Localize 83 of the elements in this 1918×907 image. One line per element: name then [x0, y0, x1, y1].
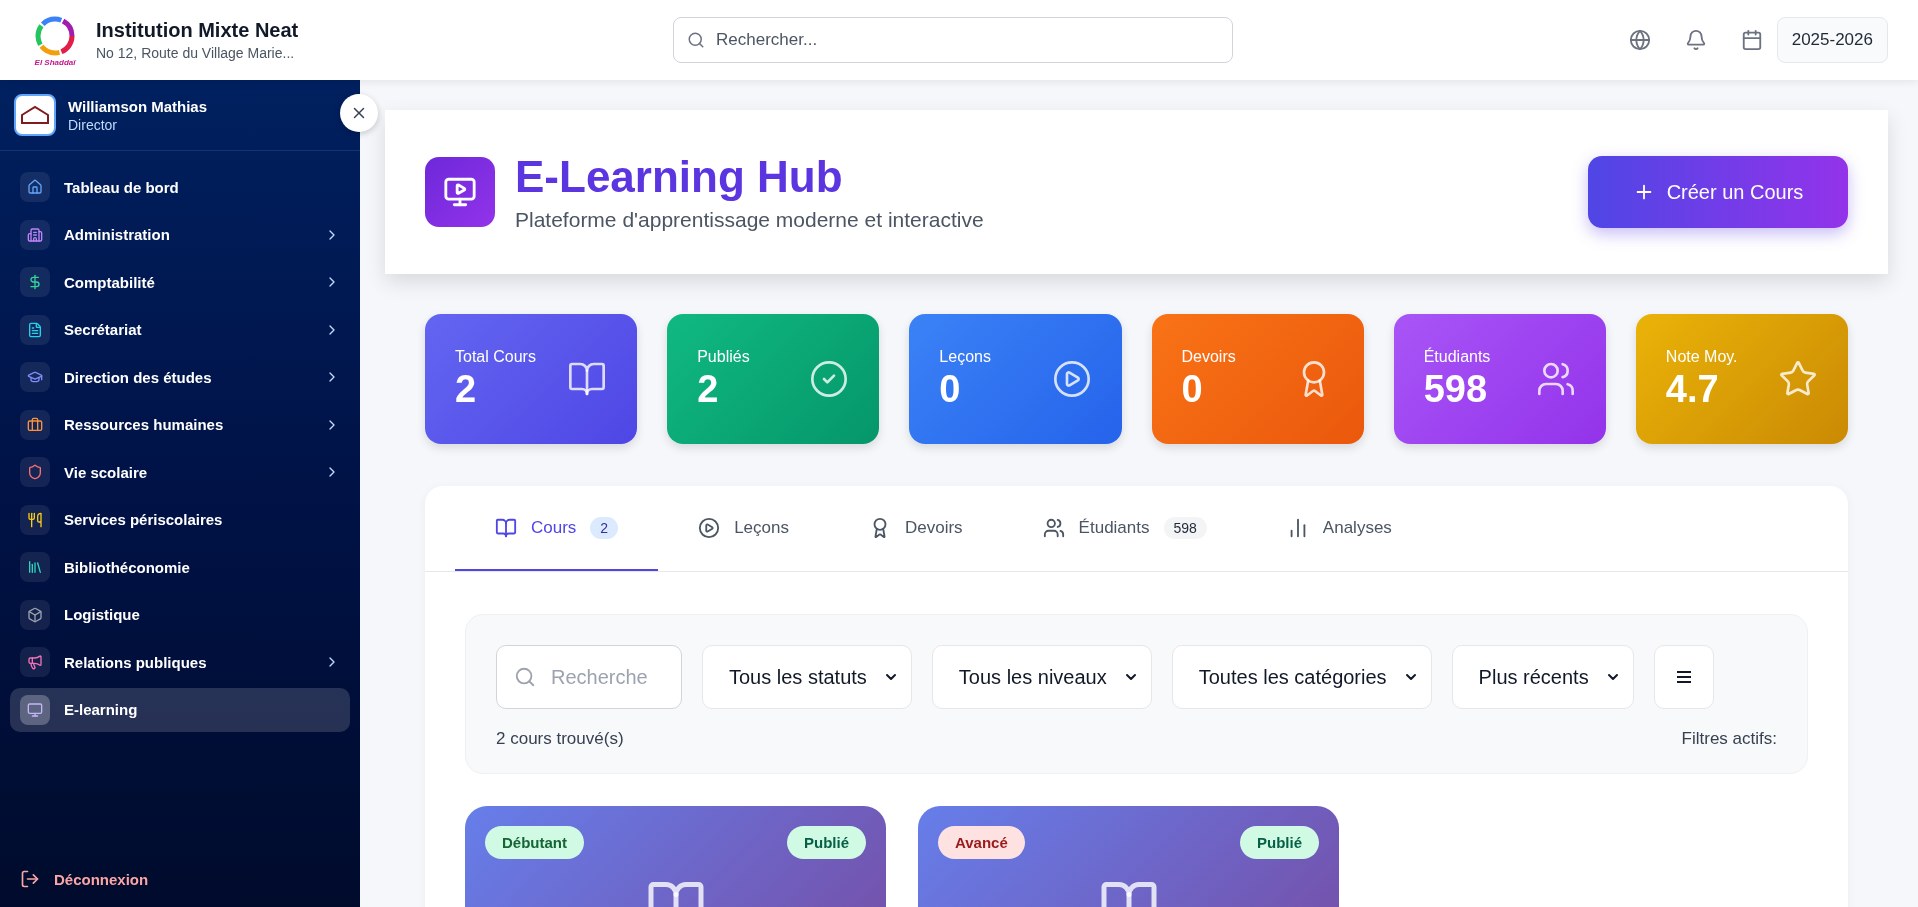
sidebar-item[interactable]: E-learning	[10, 687, 350, 732]
sidebar-item[interactable]: Ressources humaines	[10, 402, 350, 447]
book-icon	[495, 516, 517, 539]
sidebar-item[interactable]: Relations publiques	[10, 640, 350, 684]
count-badge: 2	[590, 516, 619, 539]
dropdown[interactable]: Tous les niveaux	[931, 645, 1152, 709]
search-icon	[687, 31, 705, 49]
active-filters-label: Filtres actifs:	[1681, 729, 1777, 749]
calendar-icon[interactable]	[1740, 29, 1763, 51]
status-badge: Publié	[1240, 826, 1319, 859]
count-badge: 598	[1163, 516, 1207, 539]
home-icon	[20, 172, 50, 202]
search-icon	[514, 666, 536, 688]
result-count: 2 cours trouvé(s)	[496, 729, 624, 749]
briefcase-icon	[20, 409, 50, 440]
stat-label: Publiés	[697, 347, 751, 366]
avatar-placeholder	[14, 94, 56, 136]
level-badge: Avancé	[938, 826, 1025, 859]
sidebar-item[interactable]: Bibliothéconomie	[10, 545, 350, 589]
user-name: Williamson Mathias	[68, 97, 208, 115]
stat-value: 0	[1181, 367, 1204, 411]
megaphone-icon	[20, 647, 50, 677]
logout-link[interactable]: Déconnexion	[20, 869, 360, 889]
create-course-button[interactable]: Créer un Cours	[1588, 156, 1848, 228]
monitor-icon	[20, 694, 50, 725]
check-circle-icon	[809, 359, 850, 399]
stat-value: 598	[1423, 367, 1489, 411]
close-button[interactable]	[340, 94, 378, 132]
tab[interactable]: Leçons	[658, 486, 829, 571]
user-role: Director	[68, 116, 118, 133]
monitor-play-icon	[425, 157, 495, 227]
stat-label: Note Moy.	[1665, 347, 1739, 366]
utensils-icon	[20, 504, 50, 535]
school-year-button[interactable]: 2025-2026	[1776, 17, 1888, 63]
library-icon	[20, 552, 50, 582]
stat-value: 0	[939, 367, 962, 411]
document-icon	[20, 314, 50, 345]
stat-label: Devoirs	[1181, 347, 1237, 366]
dropdown[interactable]: Plus récents	[1451, 645, 1634, 709]
status-badge: Publié	[787, 826, 866, 859]
users-icon	[1042, 516, 1065, 539]
dropdown[interactable]: Toutes les catégories	[1171, 645, 1432, 709]
search-field[interactable]: Recherche	[496, 645, 682, 709]
school-address: No 12, Route du Village Marie...	[96, 45, 296, 61]
building-icon	[20, 219, 50, 250]
stat-value: 2	[697, 367, 720, 411]
stat-value: 4.7	[1665, 367, 1720, 411]
tab[interactable]: Devoirs	[829, 486, 1003, 571]
tab[interactable]: Cours 2	[455, 486, 659, 571]
play-circle-icon	[698, 516, 721, 539]
stat-label: Total Cours	[455, 347, 537, 366]
sidebar-item[interactable]: Tableau de bord	[10, 165, 350, 209]
sidebar-item[interactable]: Comptabilité	[10, 260, 350, 304]
sidebar-item[interactable]: Vie scolaire	[10, 450, 350, 494]
sidebar-item[interactable]: Administration	[10, 212, 350, 257]
page-title: E-Learning Hub	[515, 152, 844, 202]
box-icon	[20, 599, 50, 630]
level-badge: Débutant	[485, 826, 584, 859]
graduation-cap-icon	[20, 362, 50, 392]
sidebar-item[interactable]: Direction des études	[10, 355, 350, 399]
tab[interactable]: Étudiants 598	[1002, 486, 1247, 571]
dollar-icon	[20, 267, 50, 297]
page-subtitle: Plateforme d'apprentissage moderne et interactive	[515, 208, 984, 232]
logo-text: El Shaddaï	[34, 57, 76, 67]
school-name: Institution Mixte Neat	[96, 19, 299, 42]
play-circle-icon	[1051, 359, 1092, 399]
sidebar-item[interactable]: Logistique	[10, 592, 350, 637]
logout-icon	[20, 869, 40, 889]
tab[interactable]: Analyses	[1246, 486, 1432, 571]
search-field[interactable]: Rechercher...	[673, 17, 1233, 63]
bell-icon[interactable]	[1684, 29, 1707, 51]
sidebar-item[interactable]: Services périscolaires	[10, 497, 350, 542]
course-card[interactable]: Débutant Publié	[465, 806, 886, 907]
globe-icon[interactable]	[1628, 29, 1651, 51]
stat-value: 2	[455, 367, 478, 411]
course-card[interactable]: Avancé Publié	[918, 806, 1339, 907]
shield-icon	[20, 457, 50, 487]
stat-label: Leçons	[939, 347, 992, 366]
dropdown[interactable]: Tous les statuts	[702, 645, 912, 709]
menu-button[interactable]	[1653, 645, 1714, 709]
sidebar-item[interactable]: Secrétariat	[10, 307, 350, 352]
stat-label: Étudiants	[1423, 347, 1492, 366]
menu-icon	[1675, 670, 1692, 684]
